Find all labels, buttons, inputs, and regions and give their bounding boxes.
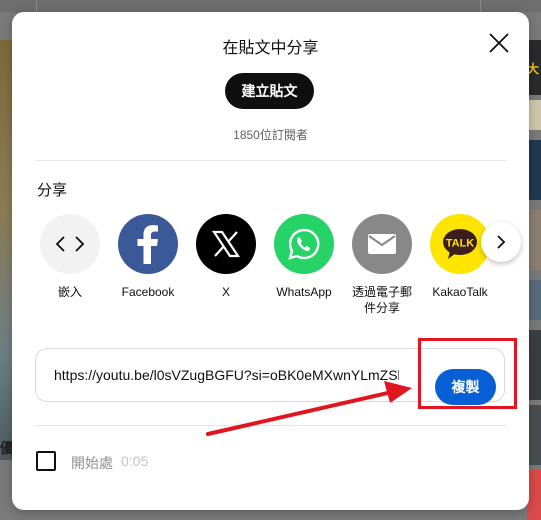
background-thumbnail <box>0 40 12 460</box>
facebook-icon <box>118 214 178 274</box>
share-option-label: 透過電子郵 件分享 <box>343 284 421 316</box>
close-icon <box>489 33 509 53</box>
annotation-highlight-box <box>418 338 517 409</box>
email-icon <box>352 214 412 274</box>
next-share-options-button[interactable] <box>481 222 521 262</box>
share-option-facebook[interactable]: Facebook <box>109 214 187 300</box>
share-url-text[interactable]: https://youtu.be/l0sVZugBGFU?si=oBK0eMXw… <box>54 367 399 383</box>
start-at-time-input[interactable]: 0:05 <box>121 453 148 469</box>
divider <box>35 425 506 426</box>
embed-code-icon <box>40 214 100 274</box>
dialog-title: 在貼文中分享 <box>222 40 319 57</box>
share-option-label: 嵌入 <box>57 285 82 299</box>
background-top-bar <box>0 0 541 12</box>
whatsapp-icon <box>274 214 334 274</box>
create-post-button[interactable]: 建立貼文 <box>225 73 314 109</box>
close-button[interactable] <box>486 30 512 56</box>
share-option-whatsapp[interactable]: WhatsApp <box>265 214 343 300</box>
share-option-label-line: 件分享 <box>363 301 400 315</box>
share-dialog: 在貼文中分享 建立貼文 1850位訂閱者 分享 嵌入 Facebook X Wh… <box>12 12 529 510</box>
share-option-label: KakaoTalk <box>432 285 488 299</box>
share-heading: 分享 <box>37 182 68 199</box>
subscriber-count: 1850位訂閱者 <box>233 128 308 142</box>
background-right-thumbnails: 大 <box>527 30 541 520</box>
kakaotalk-badge-text: TALK <box>446 238 475 250</box>
divider <box>35 160 506 161</box>
share-option-label-line: 透過電子郵 <box>351 285 412 299</box>
share-option-label: WhatsApp <box>276 285 332 299</box>
share-option-embed[interactable]: 嵌入 <box>31 214 109 300</box>
start-at-label: 開始處 <box>71 455 113 471</box>
share-option-label: Facebook <box>121 285 175 299</box>
chevron-right-icon <box>497 235 506 249</box>
start-at-checkbox[interactable] <box>36 451 56 471</box>
share-option-email[interactable]: 透過電子郵 件分享 <box>343 214 421 316</box>
share-option-x[interactable]: X <box>187 214 265 300</box>
x-icon <box>196 214 256 274</box>
share-option-label: X <box>221 285 230 299</box>
